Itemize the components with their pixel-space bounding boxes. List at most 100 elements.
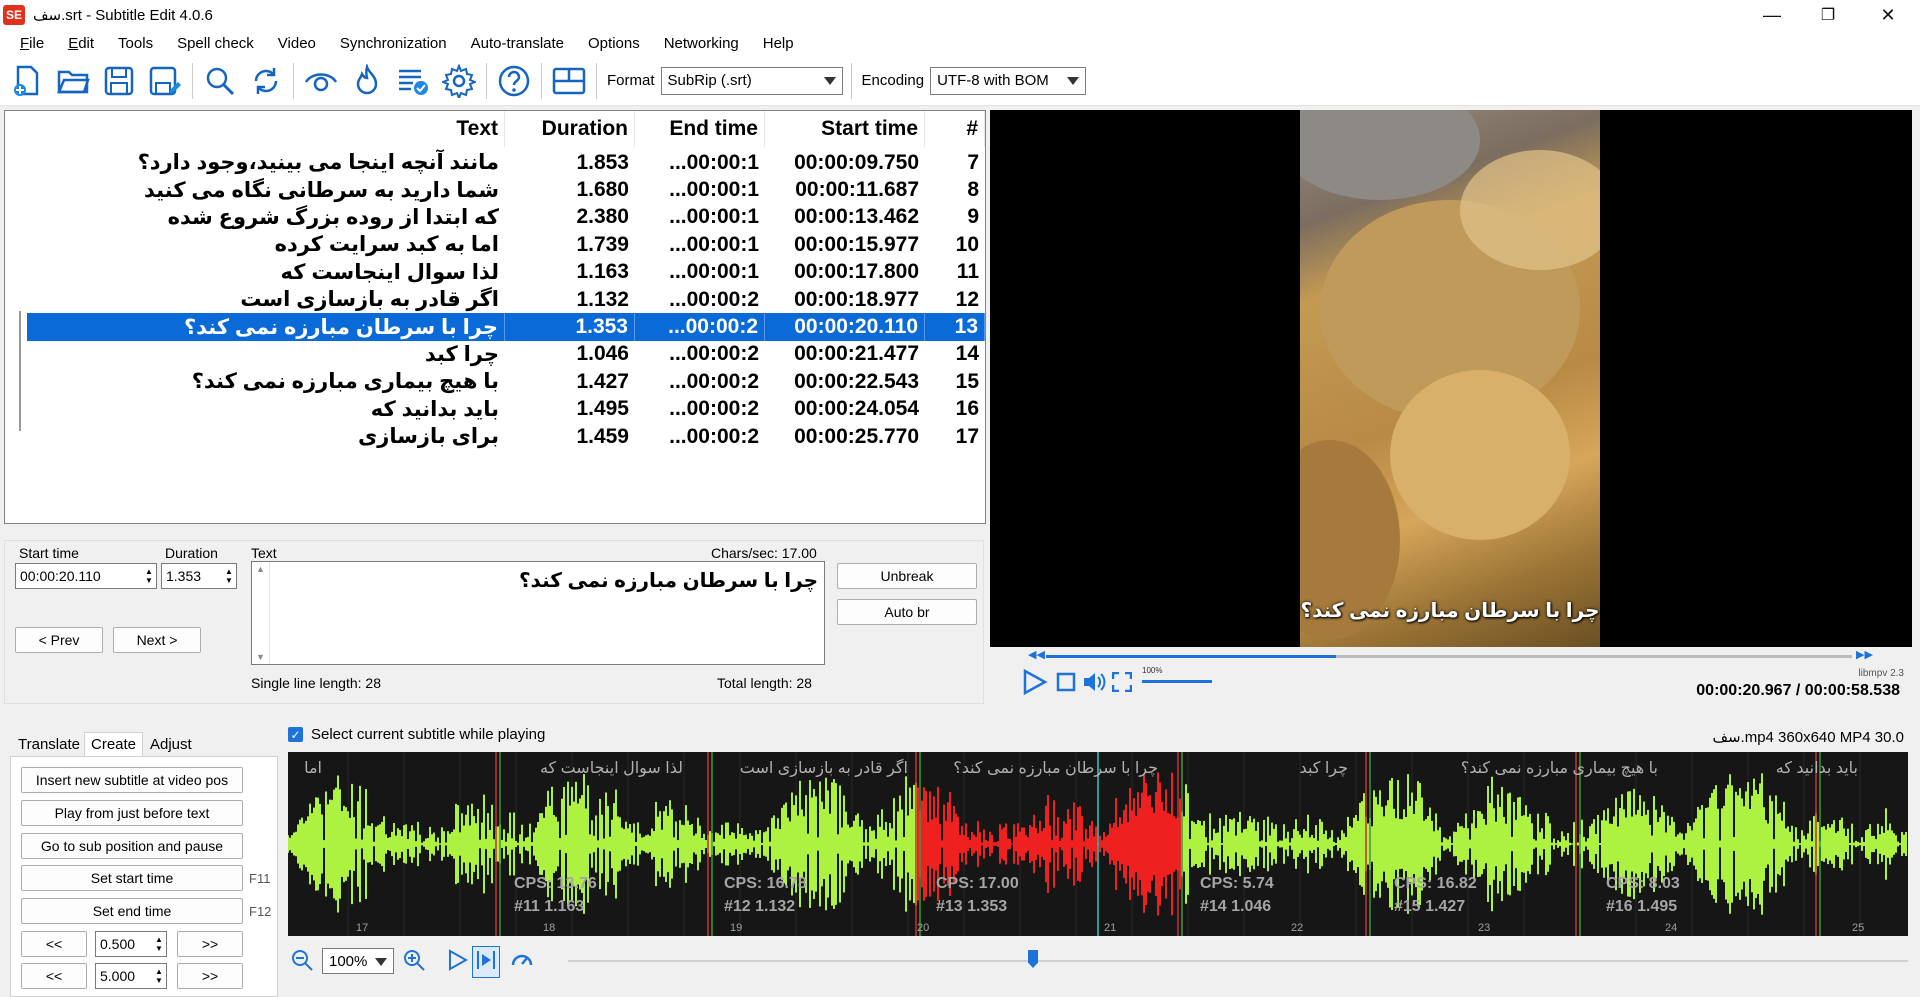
audio-waveform[interactable]: اما لذا سوال اینجاست که CPS: 13.76 #11 1.16… (288, 752, 1908, 936)
insert-subtitle-button[interactable]: Insert new subtitle at video pos (21, 767, 243, 793)
volume-slider[interactable] (1142, 680, 1212, 683)
table-row[interactable]: اگر قادر به بازسازی است 1.132 ...00:00:2 00… (27, 286, 985, 313)
go-to-sub-button[interactable]: Go to sub position and pause (21, 833, 243, 859)
menu-options[interactable]: Options (576, 35, 652, 52)
column-header-start-time[interactable]: Start time (765, 111, 925, 147)
seek-bar[interactable] (1046, 655, 1852, 658)
cell-duration: 1.353 (505, 313, 635, 341)
video-timecode: 00:00:20.967 / 00:00:58.538 (1696, 682, 1900, 699)
waveform-slider-thumb[interactable] (1028, 950, 1038, 968)
duration-input[interactable]: 1.353 ▲ ▼ (161, 563, 237, 589)
column-header-number[interactable]: # (925, 111, 985, 147)
spinner-icon[interactable]: ▲ ▼ (145, 567, 153, 585)
menu-help[interactable]: Help (751, 35, 806, 52)
table-row[interactable]: مانند آنچه اینجا می بینید،وجود دارد؟ 1.85… (27, 149, 985, 176)
minimize-button[interactable]: — (1744, 0, 1800, 30)
new-file-button[interactable] (7, 61, 47, 101)
layout-button[interactable] (549, 61, 589, 101)
save-as-button[interactable] (145, 61, 185, 101)
set-end-time-button[interactable]: Set end time (21, 898, 243, 924)
video-player[interactable]: چرا با سرطان مبارزه نمی کند؟ (990, 110, 1912, 647)
table-row[interactable]: با هیچ بیماری مبارزه نمی کند؟ 1.427 ...00:… (27, 368, 985, 395)
format-select[interactable]: SubRip (.srt) (660, 66, 843, 95)
table-row[interactable]: برای بازسازی 1.459 ...00:00:2 00:00:25.770 1… (27, 423, 985, 450)
seek-forward-icon[interactable]: ▶▶ (1856, 648, 1873, 661)
subtitle-text-editor[interactable]: ▲ ▼ چرا با سرطان مبارزه نمی کند؟ (251, 561, 825, 665)
set-start-time-button[interactable]: Set start time (21, 865, 243, 891)
zoom-select[interactable]: 100% (322, 948, 394, 974)
scroll-up-icon[interactable]: ▲ (256, 564, 265, 574)
restore-button[interactable]: ❐ (1800, 0, 1856, 30)
previous-button[interactable]: < Prev (15, 627, 103, 653)
replace-button[interactable] (246, 61, 286, 101)
play-selection-button[interactable] (472, 946, 500, 978)
table-row[interactable]: باید بدانید که 1.495 ...00:00:2 00:00:24.05… (27, 396, 985, 423)
menu-video[interactable]: Video (266, 35, 328, 52)
burn-in-button[interactable] (347, 61, 387, 101)
checkbox-checked-icon[interactable]: ✓ (288, 727, 303, 742)
select-current-checkbox-row[interactable]: ✓ Select current subtitle while playing (288, 726, 545, 743)
save-button[interactable] (99, 61, 139, 101)
visual-sync-button[interactable] (301, 61, 341, 101)
editor-scrollbar[interactable]: ▲ ▼ (252, 562, 270, 664)
unbreak-button[interactable]: Unbreak (837, 563, 977, 589)
table-row[interactable]: که ابتدا از روده بزرگ شروع شده 2.380 ...00… (27, 204, 985, 231)
menu-tools[interactable]: Tools (106, 35, 165, 52)
spinner-icon[interactable]: ▲ ▼ (155, 935, 163, 953)
menu-synchronization[interactable]: Synchronization (328, 35, 459, 52)
help-button[interactable] (494, 61, 534, 101)
step-large-input[interactable]: 5.000 ▲ ▼ (95, 963, 167, 989)
video-info: سف.mp4 360x640 MP4 30.0 (1712, 729, 1904, 746)
zoom-in-button[interactable] (402, 948, 426, 976)
start-time-input[interactable]: 00:00:20.110 ▲ ▼ (15, 563, 157, 589)
encoding-select[interactable]: UTF-8 with BOM (930, 66, 1087, 95)
fullscreen-button[interactable] (1111, 671, 1133, 696)
tab-create[interactable]: Create (84, 732, 144, 756)
table-row[interactable]: اما به کبد سرایت کرده 1.739 ...00:00:1 00:0… (27, 231, 985, 258)
seek-back-icon[interactable]: ◀◀ (1028, 648, 1045, 661)
waveform-position-slider[interactable] (568, 960, 1908, 962)
menu-auto-translate[interactable]: Auto-translate (459, 35, 576, 52)
scroll-down-icon[interactable]: ▼ (256, 652, 265, 662)
play-button[interactable] (1020, 668, 1048, 700)
fix-errors-button[interactable] (393, 61, 433, 101)
mute-button[interactable] (1082, 670, 1106, 698)
table-row[interactable]: چرا کبد 1.046 ...00:00:2 00:00:21.477 14 (27, 341, 985, 368)
menu-spell-check[interactable]: Spell check (165, 35, 266, 52)
menu-edit[interactable]: Edit (56, 35, 106, 52)
stop-button[interactable] (1056, 672, 1076, 696)
auto-break-button[interactable]: Auto br (837, 599, 977, 625)
subtitle-list[interactable]: Text Duration End time Start time # مانن… (4, 110, 986, 524)
close-button[interactable]: ✕ (1860, 0, 1916, 30)
open-file-button[interactable] (53, 61, 93, 101)
step-back-small-button[interactable]: << (21, 931, 87, 957)
column-header-end-time[interactable]: End time (635, 111, 765, 147)
table-row[interactable]: شما دارید به سرطانی نگاه می کنید 1.680...… (27, 176, 985, 203)
cell-duration: 1.427 (576, 369, 629, 393)
table-row[interactable]: لذا سوال اینجاست که 1.163 ...00:00:1 00:00:… (27, 259, 985, 286)
tab-translate[interactable]: Translate (12, 732, 86, 756)
play-before-text-button[interactable]: Play from just before text (21, 800, 243, 826)
menu-networking[interactable]: Networking (652, 35, 751, 52)
step-back-large-button[interactable]: << (21, 963, 87, 989)
step-small-input[interactable]: 0.500 ▲ ▼ (95, 931, 167, 957)
zoom-out-button[interactable] (290, 948, 314, 976)
playback-speed-button[interactable] (510, 948, 534, 976)
settings-button[interactable] (439, 61, 479, 101)
menu-file[interactable]: File (8, 35, 56, 52)
find-button[interactable] (200, 61, 240, 101)
cell-text: اما به کبد سرایت کرده (274, 233, 499, 257)
step-forward-large-button[interactable]: >> (177, 963, 243, 989)
list-scrollbar[interactable] (19, 311, 21, 431)
spinner-icon[interactable]: ▲ ▼ (155, 967, 163, 985)
step-forward-small-button[interactable]: >> (177, 931, 243, 957)
waveform-segment-text: با هیچ بیماری مبارزه نمی کند؟ (1460, 760, 1658, 777)
column-header-text[interactable]: Text (27, 111, 505, 147)
next-button[interactable]: Next > (113, 627, 201, 653)
spinner-icon[interactable]: ▲ ▼ (225, 567, 233, 585)
cell-start-time: 00:00:24.054 (794, 397, 919, 421)
waveform-play-button[interactable] (446, 948, 469, 976)
table-row[interactable]: چرا با سرطان مبارزه نمی کند؟ 1.353 ...00:0… (27, 313, 985, 341)
tab-adjust[interactable]: Adjust (144, 732, 198, 756)
column-header-duration[interactable]: Duration (505, 111, 635, 147)
